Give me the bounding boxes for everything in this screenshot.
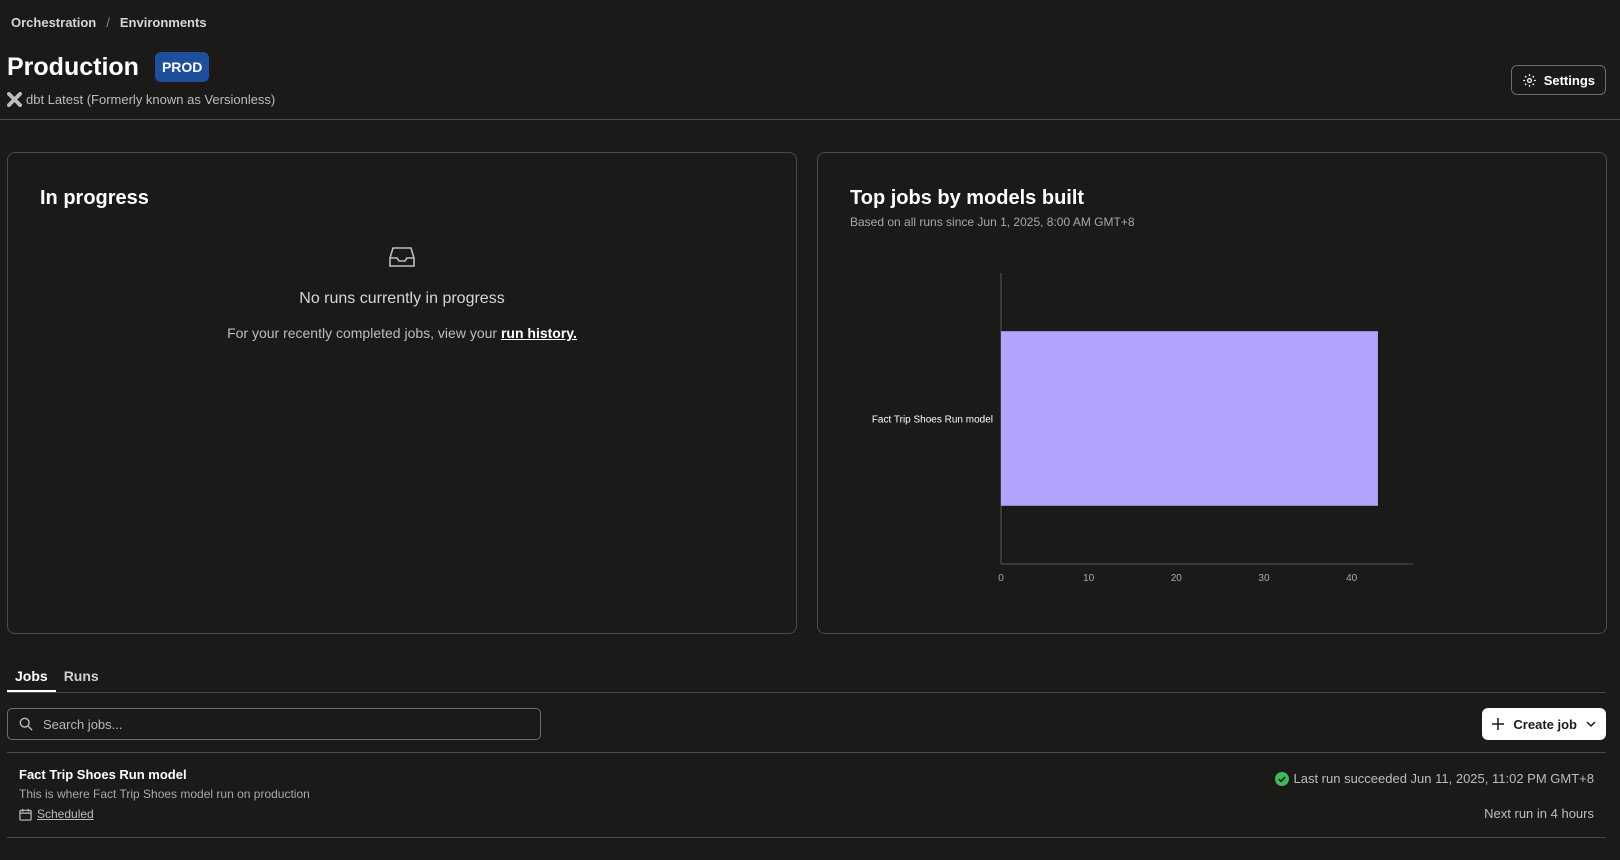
search-input[interactable] (41, 715, 525, 733)
in-progress-card: In progress No runs currently in progres… (7, 152, 797, 634)
category-label: Fact Trip Shoes Run model (872, 415, 993, 426)
title-row: Production PROD (7, 52, 210, 82)
settings-label: Settings (1543, 72, 1595, 88)
schedule-label: Scheduled (37, 807, 94, 821)
empty-text-label: For your recently completed jobs, view y… (227, 325, 498, 341)
calendar-icon (19, 808, 32, 821)
job-row[interactable]: Fact Trip Shoes Run model This is where … (7, 753, 1606, 837)
top-jobs-title: Top jobs by models built (850, 187, 1085, 209)
top-jobs-card: Top jobs by models built Based on all ru… (817, 152, 1607, 634)
breadcrumb: Orchestration / Environments (11, 15, 207, 30)
list-divider-bottom (7, 837, 1606, 838)
dbt-version: dbt Latest (Formerly known as Versionles… (7, 92, 275, 107)
breadcrumb-environments[interactable]: Environments (120, 15, 207, 30)
run-history-link[interactable]: run history. (501, 325, 577, 341)
search-box (7, 708, 541, 740)
search-icon (19, 717, 33, 731)
job-description: This is where Fact Trip Shoes model run … (19, 787, 310, 801)
breadcrumb-separator: / (106, 15, 110, 30)
header-divider (0, 119, 1620, 120)
plus-icon (1492, 718, 1505, 730)
inbox-icon (389, 247, 415, 267)
check-circle-icon (1275, 771, 1290, 786)
last-run-status: Last run succeeded Jun 11, 2025, 11:02 P… (1275, 771, 1594, 786)
top-jobs-chart: 0 10 20 30 40 Fact Trip Shoes Run model (872, 273, 1413, 584)
tab-jobs[interactable]: Jobs (7, 660, 56, 692)
last-run-label: Last run succeeded Jun 11, 2025, 11:02 P… (1293, 771, 1594, 786)
x-tick-label: 30 (1258, 573, 1270, 584)
bar (1001, 331, 1378, 506)
top-jobs-subtitle: Based on all runs since Jun 1, 2025, 8:0… (850, 215, 1135, 229)
job-name[interactable]: Fact Trip Shoes Run model (19, 767, 187, 782)
chevron-down-icon (1586, 721, 1596, 728)
dbt-version-label: dbt Latest (Formerly known as Versionles… (26, 92, 276, 107)
breadcrumb-orchestration[interactable]: Orchestration (11, 15, 96, 30)
in-progress-title: In progress (40, 187, 149, 209)
empty-text: For your recently completed jobs, view y… (8, 325, 796, 341)
empty-title: No runs currently in progress (299, 290, 505, 307)
create-job-label: Create job (1513, 716, 1577, 732)
gear-icon (1522, 73, 1536, 87)
environment-badge: PROD (154, 52, 210, 82)
settings-button[interactable]: Settings (1510, 65, 1606, 95)
create-job-button[interactable]: Create job (1482, 708, 1606, 740)
tab-runs[interactable]: Runs (56, 660, 107, 692)
x-tick-label: 10 (1083, 573, 1095, 584)
x-tick-label: 20 (1171, 573, 1183, 584)
dbt-logo-icon (7, 92, 22, 107)
next-run-label: Next run in 4 hours (1484, 806, 1594, 821)
x-tick-label: 0 (998, 573, 1004, 584)
job-schedule[interactable]: Scheduled (19, 807, 94, 821)
jobs-runs-tabs: Jobs Runs (7, 660, 1606, 693)
x-tick-label: 40 (1346, 573, 1358, 584)
page-title: Production (7, 52, 139, 81)
